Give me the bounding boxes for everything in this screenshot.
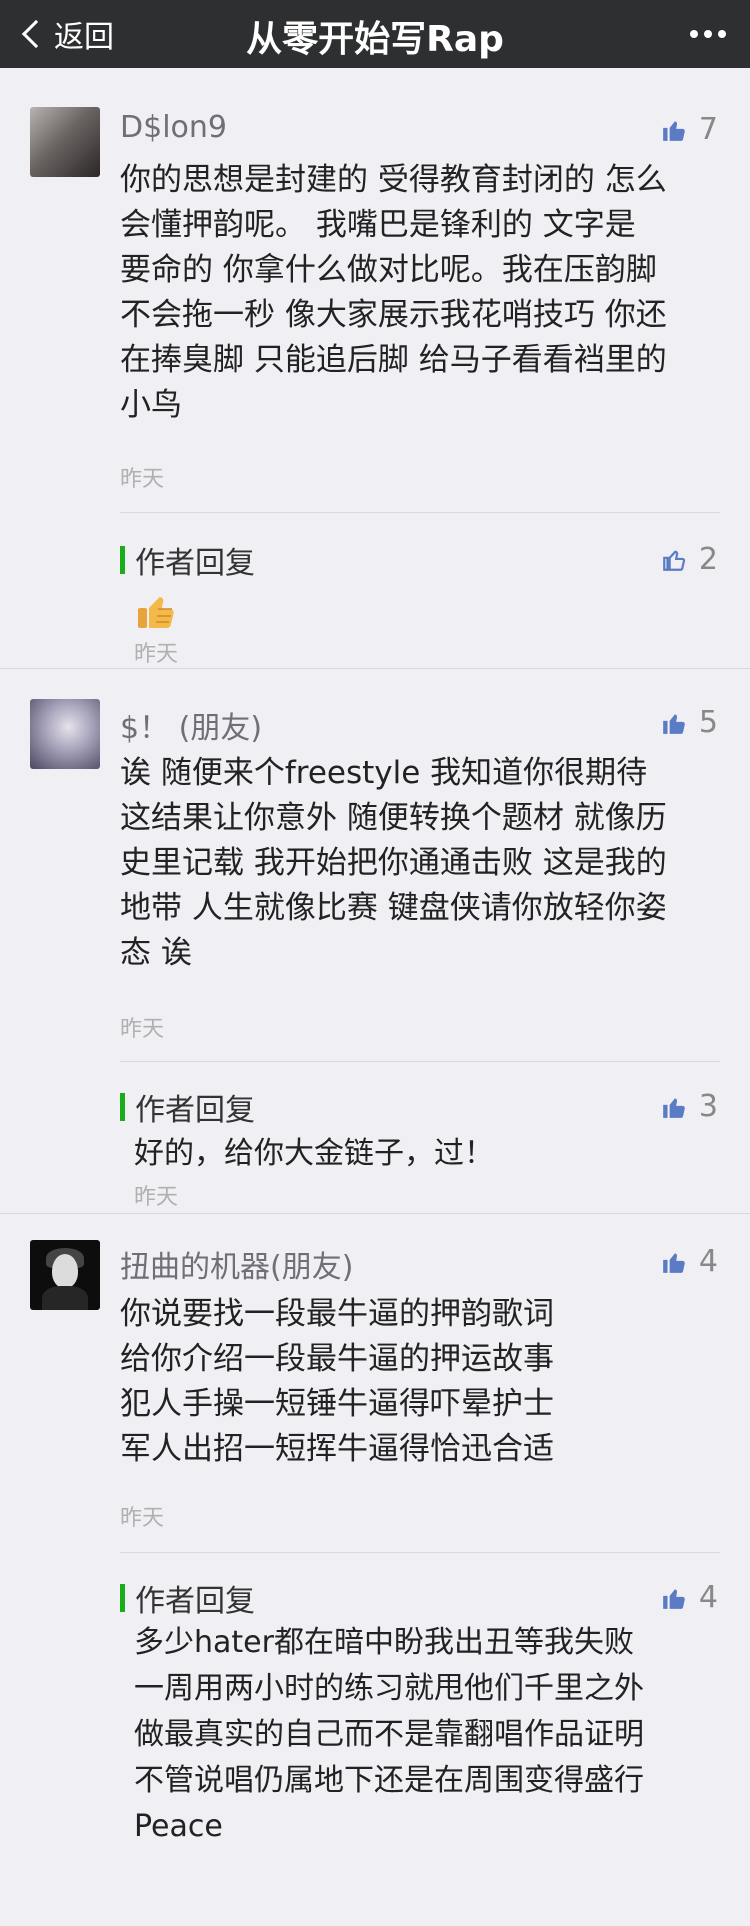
author-reply-header: 作者回复: [120, 538, 255, 582]
divider: [120, 1552, 720, 1553]
comment-text: 诶 随便来个freestyle 我知道你很期待 这结果让你意外 随便转换个题材 …: [120, 751, 720, 976]
thumbs-up-icon: [663, 1252, 685, 1273]
author-reply-header: 作者回复: [120, 1576, 255, 1620]
comment-time: 昨天: [120, 467, 165, 492]
avatar-face: [52, 1254, 78, 1288]
text-line: 不会拖一秒 像大家展示我花哨技巧 你还: [120, 297, 667, 333]
text-line: 好的，给你大金链子，过！: [134, 1136, 494, 1171]
commenter-name[interactable]: $！ (朋友): [120, 703, 262, 747]
text-line: 给你介绍一段最牛逼的押运故事: [120, 1341, 554, 1377]
author-reply-label: 作者回复: [135, 546, 255, 581]
text-line: 军人出招一短挥牛逼得恰迅合适: [120, 1431, 554, 1467]
commenter-name[interactable]: 扭曲的机器(朋友): [120, 1242, 353, 1286]
like-count: 5: [698, 705, 718, 740]
like-button[interactable]: 4: [661, 1244, 718, 1279]
comment-time: 昨天: [120, 1017, 165, 1042]
avatar[interactable]: [30, 699, 100, 769]
thumbs-up-icon: [663, 1588, 685, 1609]
thumbs-up-icon: [663, 713, 685, 734]
top-navigation-bar: 返回 从零开始写Rap: [0, 0, 750, 68]
text-line: 犯人手操一短锤牛逼得吓晕护士: [120, 1386, 554, 1422]
reply-like-button[interactable]: 3: [661, 1089, 718, 1124]
reply-text: 多少hater都在暗中盼我出丑等我失败 一周用两小时的练习就甩他们千里之外 做最…: [134, 1620, 724, 1850]
comment-time: 昨天: [120, 1506, 165, 1531]
comment-item: 扭曲的机器(朋友) 4 你说要找一段最牛逼的押韵歌词 给你介绍一段最牛逼的押运故…: [0, 1213, 750, 1926]
reply-like-button[interactable]: 2: [661, 542, 718, 577]
like-count: 4: [698, 1244, 718, 1279]
like-count: 3: [698, 1089, 718, 1124]
reply-text: 好的，给你大金链子，过！: [134, 1131, 724, 1177]
more-dot-icon: [690, 30, 698, 38]
divider: [120, 1061, 720, 1062]
author-reply-label: 作者回复: [135, 1584, 255, 1619]
comment-text: 你说要找一段最牛逼的押韵歌词 给你介绍一段最牛逼的押运故事 犯人手操一短锤牛逼得…: [120, 1292, 720, 1472]
more-dot-icon: [704, 30, 712, 38]
like-button[interactable]: 5: [661, 705, 718, 740]
text-line: 要命的 你拿什么做对比呢。我在压韵脚: [120, 252, 657, 288]
comment-feed: D$lon9 7 你的思想是封建的 受得教育封闭的 怎么 会懂押韵呢。 我嘴巴是…: [0, 68, 750, 1926]
text-line: 地带 人生就像比赛 键盘侠请你放轻你姿: [120, 890, 667, 926]
thumbs-up-outline-icon: [663, 550, 685, 571]
text-line: 史里记载 我开始把你通通击败 这是我的: [120, 845, 667, 881]
commenter-name[interactable]: D$lon9: [120, 110, 227, 145]
thumbs-up-icon: [663, 1097, 685, 1118]
text-line: 做最真实的自己而不是靠翻唱作品证明: [134, 1717, 644, 1752]
comment-item: $！ (朋友) 5 诶 随便来个freestyle 我知道你很期待 这结果让你意…: [0, 668, 750, 1213]
avatar[interactable]: [30, 107, 100, 177]
like-count: 7: [698, 112, 718, 147]
text-line: 一周用两小时的练习就甩他们千里之外: [134, 1671, 644, 1706]
thumbs-up-icon: [663, 120, 685, 141]
comment-text: 你的思想是封建的 受得教育封闭的 怎么 会懂押韵呢。 我嘴巴是锋利的 文字是 要…: [120, 158, 720, 428]
divider: [120, 512, 720, 513]
more-options-button[interactable]: [690, 20, 726, 48]
text-line: 你说要找一段最牛逼的押韵歌词: [120, 1296, 554, 1332]
thumbs-up-emoji-icon: [138, 597, 174, 628]
reply-accent-bar: [120, 546, 125, 574]
author-reply-header: 作者回复: [120, 1085, 255, 1129]
comment-item: D$lon9 7 你的思想是封建的 受得教育封闭的 怎么 会懂押韵呢。 我嘴巴是…: [0, 68, 750, 668]
author-reply-label: 作者回复: [135, 1093, 255, 1128]
reply-time: 昨天: [134, 642, 179, 667]
avatar-body: [42, 1286, 88, 1310]
like-button[interactable]: 7: [661, 112, 718, 147]
reply-like-button[interactable]: 4: [661, 1580, 718, 1615]
text-line: 诶 随便来个freestyle 我知道你很期待: [120, 755, 648, 791]
text-line: 态 诶: [120, 935, 192, 971]
text-line: 小鸟: [120, 387, 182, 423]
text-line: 你的思想是封建的 受得教育封闭的 怎么: [120, 162, 667, 198]
like-count: 4: [698, 1580, 718, 1615]
text-line: 多少hater都在暗中盼我出丑等我失败: [134, 1625, 634, 1660]
text-line: 这结果让你意外 随便转换个题材 就像历: [120, 800, 667, 836]
page-title: 从零开始写Rap: [246, 19, 504, 60]
reply-accent-bar: [120, 1093, 125, 1121]
text-line: 会懂押韵呢。 我嘴巴是锋利的 文字是: [120, 207, 636, 243]
text-line: 不管说唱仍属地下还是在周围变得盛行: [134, 1763, 644, 1798]
reply-time: 昨天: [134, 1185, 179, 1210]
avatar[interactable]: [30, 1240, 100, 1310]
more-dot-icon: [718, 30, 726, 38]
text-line: 在捧臭脚 只能追后脚 给马子看看裆里的: [120, 342, 667, 378]
reply-accent-bar: [120, 1584, 125, 1612]
text-line: Peace: [134, 1809, 223, 1844]
like-count: 2: [698, 542, 718, 577]
